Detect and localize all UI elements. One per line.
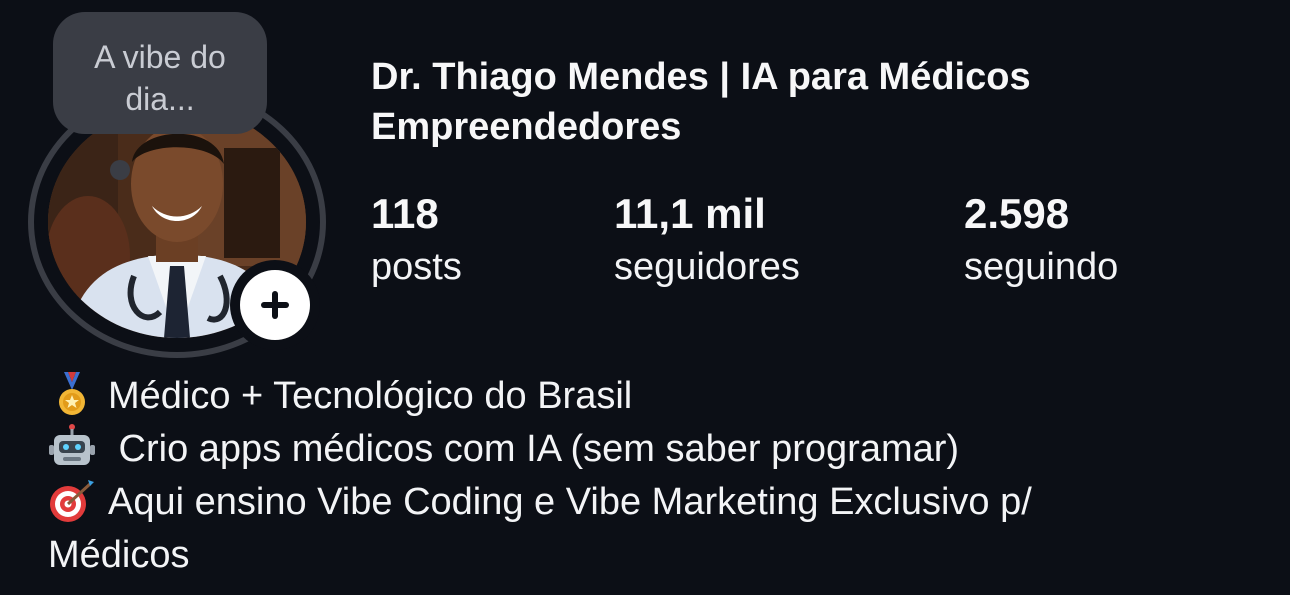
bio-line-robot: Crio apps médicos com IA (sem saber prog… bbox=[48, 423, 1268, 476]
note-bubble-tail bbox=[110, 160, 130, 180]
add-story-button[interactable] bbox=[230, 260, 320, 350]
medal-icon bbox=[48, 370, 96, 418]
stat-followers[interactable]: 11,1 mil seguidores bbox=[614, 188, 800, 294]
robot-icon bbox=[48, 423, 96, 471]
following-count: 2.598 bbox=[964, 190, 1070, 237]
stat-following[interactable]: 2.598 seguindo bbox=[964, 188, 1118, 294]
bio-line-continuation: Médicos bbox=[48, 529, 1268, 582]
following-label: seguindo bbox=[964, 246, 1119, 288]
target-icon bbox=[48, 476, 96, 524]
posts-count: 118 bbox=[371, 190, 439, 237]
plus-icon bbox=[261, 291, 289, 319]
followers-label: seguidores bbox=[614, 246, 800, 288]
bio-line-target: Aqui ensino Vibe Coding e Vibe Marketing… bbox=[48, 476, 1268, 529]
bio-line-1-text: Médico + Tecnológico do Brasil bbox=[108, 375, 633, 417]
bio-line-medal: Médico + Tecnológico do Brasil bbox=[48, 370, 1268, 423]
bio-line-4-text: Médicos bbox=[48, 534, 190, 576]
profile-name: Dr. Thiago Mendes | IA para Médicos Empr… bbox=[371, 56, 1031, 148]
profile-bio: Médico + Tecnológico do Brasil Crio apps… bbox=[48, 370, 1268, 582]
add-story-circle bbox=[240, 270, 310, 340]
posts-label: posts bbox=[371, 246, 462, 288]
stat-posts[interactable]: 118 posts bbox=[371, 188, 462, 294]
profile-note-bubble[interactable]: A vibe do dia... bbox=[53, 12, 267, 134]
followers-count: 11,1 mil bbox=[614, 190, 766, 237]
bio-line-3-text: Aqui ensino Vibe Coding e Vibe Marketing… bbox=[108, 481, 1032, 523]
bio-line-2-text: Crio apps médicos com IA (sem saber prog… bbox=[108, 428, 960, 470]
profile-note-text: A vibe do dia... bbox=[94, 39, 226, 117]
